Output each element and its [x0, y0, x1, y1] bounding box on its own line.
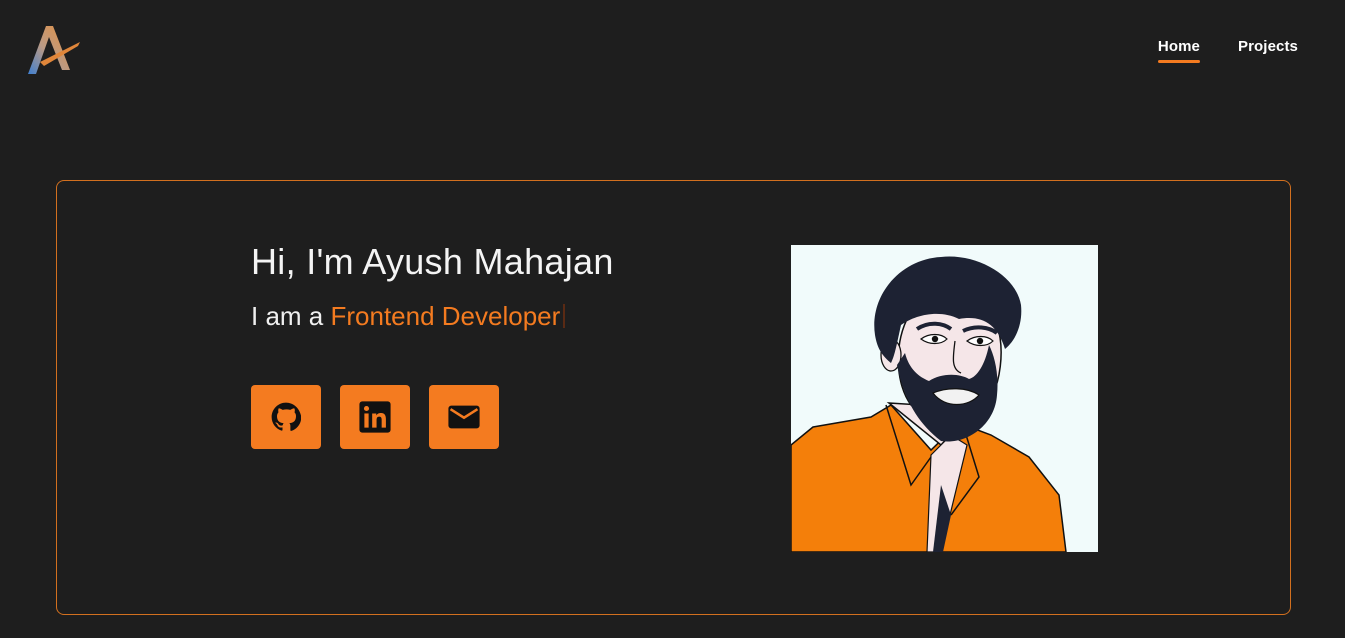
main-nav: Home Projects [1157, 38, 1298, 63]
role-prefix: I am a [251, 301, 324, 331]
role-text: Frontend Developer [330, 301, 561, 331]
site-logo-icon[interactable] [26, 22, 82, 78]
portrait-illustration [791, 256, 1067, 552]
linkedin-icon [359, 401, 391, 433]
github-button[interactable] [251, 385, 321, 449]
linkedin-button[interactable] [340, 385, 410, 449]
hero-card: Hi, I'm Ayush Mahajan I am a Frontend De… [56, 180, 1291, 615]
typing-cursor [563, 304, 566, 328]
email-button[interactable] [429, 385, 499, 449]
mail-icon [448, 405, 480, 429]
nav-projects-link[interactable]: Projects [1238, 38, 1298, 61]
github-icon [271, 402, 301, 431]
hero-greeting: Hi, I'm Ayush Mahajan [251, 241, 614, 282]
social-links [251, 385, 499, 449]
page: Home Projects Hi, I'm Ayush Mahajan I am… [0, 0, 1345, 638]
nav-home-link[interactable]: Home [1157, 38, 1201, 63]
avatar-illustration [791, 245, 1098, 552]
hero-role-line: I am a Frontend Developer [251, 301, 566, 332]
